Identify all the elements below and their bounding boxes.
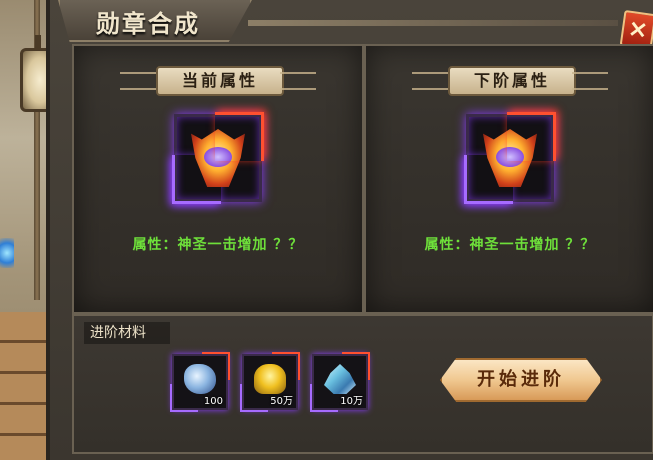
next-attribute-label: 下阶属性 (448, 66, 576, 96)
label-ornament (280, 72, 316, 90)
current-attribute-panel: 当前属性 属性：神圣一击增加 ？？ (72, 44, 364, 314)
spark-effect (0, 238, 14, 268)
title-bar-ornament (248, 20, 618, 26)
start-advance-button[interactable]: 开始进阶 (440, 358, 602, 402)
material-slot-gem[interactable]: 10万 (310, 352, 370, 412)
next-attribute-panel: 下阶属性 属性：神圣一击增加 ？？ (364, 44, 653, 314)
current-attribute-label: 当前属性 (156, 66, 284, 96)
medal-gem (204, 147, 232, 167)
material-slot-crystal[interactable]: 100 (170, 352, 230, 412)
current-medal-slot[interactable] (172, 112, 264, 204)
next-medal-slot[interactable] (464, 112, 556, 204)
next-attribute-text: 属性：神圣一击增加 ？？ (424, 237, 596, 253)
material-quantity: 50万 (270, 396, 293, 407)
medal-icon (191, 129, 245, 187)
gold-ingot-icon (254, 364, 286, 394)
window-title: 勋章合成 (96, 10, 200, 38)
label-ornament (572, 72, 608, 90)
material-slot-gold[interactable]: 50万 (240, 352, 300, 412)
medal-icon (483, 129, 537, 187)
blue-gem-icon (324, 364, 356, 394)
label-ornament (120, 72, 156, 90)
current-attribute-text: 属性：神圣一击增加 ？？ (132, 237, 304, 253)
label-ornament (412, 72, 448, 90)
medal-gem (496, 147, 524, 167)
materials-panel: 进阶材料 100 50万 10万 开始进阶 (72, 314, 653, 454)
materials-title: 进阶材料 (84, 322, 170, 344)
material-quantity: 100 (203, 396, 223, 407)
material-quantity: 10万 (340, 396, 363, 407)
crystal-ore-icon (184, 364, 216, 394)
